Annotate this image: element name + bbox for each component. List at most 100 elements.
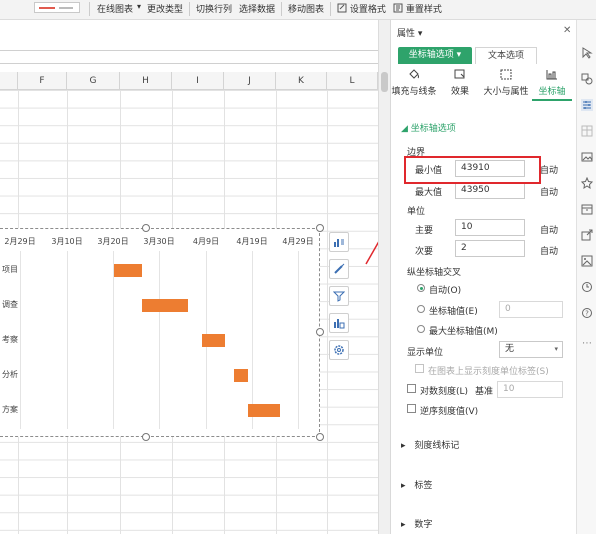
category-label: 调查 <box>2 300 18 309</box>
subtab-fill-line[interactable]: 填充与线条 <box>391 68 437 97</box>
x-axis-tick-label: 4月9日 <box>192 237 220 246</box>
max-auto-button[interactable]: 自动 <box>540 185 558 198</box>
dropdown-arrow-icon[interactable]: ▾ <box>137 2 141 16</box>
section-title: 坐标轴选项 <box>410 124 456 134</box>
more-icon[interactable]: ⋯ <box>582 338 592 349</box>
column-header-f[interactable]: F <box>18 72 67 90</box>
online-chart-button[interactable]: 在线图表 <box>97 2 133 16</box>
gantt-bar[interactable] <box>234 369 248 382</box>
labels-section[interactable]: ▸ 标签 <box>401 478 432 491</box>
resize-handle[interactable] <box>316 433 324 441</box>
column-header-j[interactable]: J <box>224 72 276 90</box>
reverse-order-label: 逆序刻度值(V) <box>420 407 479 417</box>
archive-icon[interactable] <box>581 203 593 215</box>
star-icon[interactable] <box>581 177 593 189</box>
x-axis-tick-label: 3月10日 <box>51 237 83 246</box>
picture-icon[interactable] <box>581 151 593 163</box>
change-type-button[interactable]: 更改类型 <box>147 2 183 16</box>
column-header-h[interactable]: H <box>120 72 172 90</box>
resize-handle[interactable] <box>142 224 150 232</box>
resize-handle[interactable] <box>316 328 324 336</box>
panel-title[interactable]: 属性 ▾ <box>397 26 422 39</box>
gantt-bar[interactable] <box>202 334 225 347</box>
vertical-scrollbar[interactable] <box>378 20 390 534</box>
gantt-bar[interactable] <box>248 404 280 417</box>
column-header-partial[interactable] <box>0 72 18 90</box>
min-auto-button[interactable]: 自动 <box>540 163 558 176</box>
chart-elements-button[interactable] <box>329 232 349 252</box>
column-header-l[interactable]: L <box>327 72 378 90</box>
reverse-order-checkbox[interactable] <box>407 404 416 413</box>
cross-value-radio[interactable] <box>417 305 425 313</box>
minor-unit-input[interactable]: 2 <box>455 240 525 257</box>
chart-style-gallery[interactable] <box>34 2 80 13</box>
show-unit-checkbox[interactable] <box>415 364 424 373</box>
column-header-row: F G H I J K L <box>0 72 378 90</box>
table-icon[interactable] <box>581 125 593 137</box>
subtab-axis[interactable]: 坐标轴 <box>529 68 575 97</box>
base-label: 基准 <box>475 387 494 397</box>
shapes-icon[interactable] <box>581 73 593 85</box>
chevron-down-icon: ▾ <box>417 29 423 39</box>
help-icon[interactable]: ? <box>581 307 593 319</box>
formula-bar[interactable] <box>0 50 378 64</box>
tab-axis-options[interactable]: 坐标轴选项 ▾ <box>398 47 472 64</box>
effects-icon <box>454 69 465 79</box>
category-label: 分析 <box>2 370 18 379</box>
ribbon-separator <box>281 2 282 16</box>
fill-bucket-icon <box>409 69 419 79</box>
scrollbar-thumb[interactable] <box>381 72 388 92</box>
move-chart-button[interactable]: 移动图表 <box>288 2 324 16</box>
ribbon-toolbar: 在线图表 ▾ 更改类型 切换行列 选择数据 移动图表 设置格式 重置样式 <box>0 0 596 20</box>
major-auto-button[interactable]: 自动 <box>540 223 558 236</box>
display-unit-label: 显示单位 <box>407 348 444 358</box>
gantt-bar[interactable] <box>114 264 142 277</box>
number-section[interactable]: ▸ 数字 <box>401 517 432 530</box>
subtab-label: 大小与属性 <box>483 87 529 97</box>
properties-panel: 属性 ▾ ✕ 坐标轴选项 ▾ 文本选项 填充与线条 效果 大小与属性 坐标轴 ◢… <box>390 20 576 534</box>
close-icon[interactable]: ✕ <box>563 25 571 36</box>
chart-styles-button[interactable] <box>329 259 349 279</box>
switch-row-column-button[interactable]: 切换行列 <box>196 2 232 16</box>
cursor-icon[interactable] <box>581 47 593 59</box>
select-data-button[interactable]: 选择数据 <box>239 2 275 16</box>
cross-auto-radio[interactable] <box>417 284 425 292</box>
chart-filter-button[interactable] <box>329 286 349 306</box>
column-header-g[interactable]: G <box>67 72 120 90</box>
cross-value-input[interactable]: 0 <box>499 301 563 318</box>
quick-layout-button[interactable] <box>329 313 349 333</box>
subtab-size-properties[interactable]: 大小与属性 <box>483 68 529 97</box>
column-header-k[interactable]: K <box>276 72 327 90</box>
format-settings-label: 设置格式 <box>349 5 386 15</box>
display-unit-select[interactable]: 无 ▾ <box>499 341 563 358</box>
image-icon[interactable] <box>581 255 593 267</box>
cross-max-radio[interactable] <box>417 325 425 333</box>
minor-auto-button[interactable]: 自动 <box>540 244 558 257</box>
axis-options-section[interactable]: ◢ 坐标轴选项 <box>401 121 456 134</box>
resize-handle[interactable] <box>316 224 324 232</box>
gantt-bar[interactable] <box>142 299 188 312</box>
reset-style-button[interactable]: 重置样式 <box>393 2 442 16</box>
chart-settings-button[interactable] <box>329 340 349 360</box>
gantt-chart[interactable]: 2月29日 3月10日 3月20日 3月30日 4月9日 4月19日 4月29日… <box>0 228 320 437</box>
log-scale-checkbox[interactable] <box>407 384 416 393</box>
cross-label: 纵坐标轴交叉 <box>407 268 462 278</box>
history-icon[interactable] <box>581 281 593 293</box>
chart-gridline <box>67 251 68 429</box>
column-header-i[interactable]: I <box>172 72 224 90</box>
share-icon[interactable] <box>581 229 593 241</box>
max-value-input[interactable]: 43950 <box>455 182 525 199</box>
category-label: 考察 <box>2 335 18 344</box>
chart-gridline <box>20 251 21 429</box>
tick-marks-section[interactable]: ▸ 刻度线标记 <box>401 438 459 451</box>
format-settings-button[interactable]: 设置格式 <box>337 2 386 16</box>
tab-text-options[interactable]: 文本选项 <box>475 47 537 64</box>
major-unit-input[interactable]: 10 <box>455 219 525 236</box>
properties-icon[interactable] <box>581 99 593 111</box>
log-scale-label: 对数刻度(L) <box>420 387 469 397</box>
subtab-effects[interactable]: 效果 <box>437 68 483 97</box>
resize-handle[interactable] <box>142 433 150 441</box>
cross-value-label: 坐标轴值(E) <box>429 307 478 317</box>
minor-label: 次要 <box>415 247 434 257</box>
base-input[interactable]: 10 <box>497 381 563 398</box>
